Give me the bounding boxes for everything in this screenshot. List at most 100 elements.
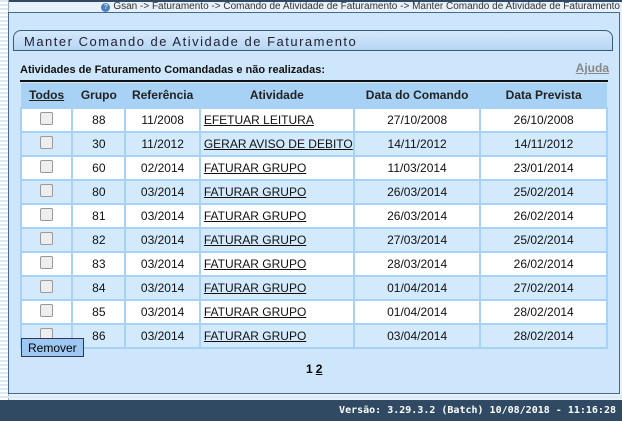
table-row: 84 03/2014 FATURAR GRUPO 01/04/2014 27/02/20…	[19, 275, 608, 301]
row-checkbox[interactable]	[40, 280, 54, 293]
table-cell: 26/10/2008	[479, 107, 608, 133]
table-cell: 83	[71, 251, 127, 277]
activity-cell: GERAR AVISO DE DEBITO	[198, 131, 355, 157]
table-cell: 60	[71, 155, 127, 181]
table-cell: 27/10/2008	[352, 107, 482, 133]
activity-cell: FATURAR GRUPO	[198, 179, 355, 205]
table-cell: 27/02/2014	[479, 275, 608, 301]
table-cell: 03/2014	[124, 323, 201, 349]
row-select-cell	[19, 155, 74, 181]
table-row: 85 03/2014 FATURAR GRUPO 01/04/2014 28/02/20…	[19, 299, 608, 325]
activity-cell: FATURAR GRUPO	[198, 299, 355, 325]
table-cell: 28/03/2014	[352, 251, 482, 277]
row-checkbox[interactable]	[40, 160, 54, 173]
help-icon: ?	[101, 3, 111, 12]
row-select-cell	[19, 107, 74, 133]
row-checkbox[interactable]	[40, 136, 54, 149]
row-select-cell	[19, 227, 74, 253]
table-cell: 03/2014	[124, 275, 201, 301]
activity-link[interactable]: FATURAR GRUPO	[204, 209, 306, 223]
section-subtitle: Atividades de Faturamento Comandadas e n…	[20, 64, 326, 76]
column-header: Referência	[125, 83, 200, 108]
activity-cell: FATURAR GRUPO	[198, 155, 355, 181]
table-cell: 26/03/2014	[352, 203, 482, 229]
row-checkbox[interactable]	[40, 112, 54, 125]
remove-button[interactable]: Remover	[21, 338, 84, 357]
table-cell: 01/04/2014	[352, 275, 482, 301]
activity-cell: FATURAR GRUPO	[198, 323, 355, 349]
activity-link[interactable]: FATURAR GRUPO	[204, 185, 306, 199]
row-checkbox[interactable]	[40, 208, 54, 221]
table-row: 81 03/2014 FATURAR GRUPO 26/03/2014 26/02/20…	[19, 203, 608, 229]
activity-link[interactable]: FATURAR GRUPO	[204, 281, 306, 295]
activity-link[interactable]: FATURAR GRUPO	[204, 329, 306, 343]
table-cell: 81	[71, 203, 127, 229]
select-all-link[interactable]: Todos	[21, 83, 73, 108]
activity-link[interactable]: EFETUAR LEITURA	[204, 113, 314, 127]
row-checkbox[interactable]	[40, 184, 54, 197]
activity-link[interactable]: FATURAR GRUPO	[204, 233, 306, 247]
table-cell: 03/2014	[124, 299, 201, 325]
main-panel: Manter Comando de Atividade de Faturamen…	[8, 12, 620, 394]
table-row: 83 03/2014 FATURAR GRUPO 28/03/2014 26/02/20…	[19, 251, 608, 277]
help-link[interactable]: Ajuda	[576, 61, 609, 75]
divider	[20, 80, 608, 82]
activity-link[interactable]: GERAR AVISO DE DEBITO	[204, 137, 353, 151]
table-cell: 26/03/2014	[352, 179, 482, 205]
row-select-cell	[19, 131, 74, 157]
table-cell: 02/2014	[124, 155, 201, 181]
table-cell: 28/02/2014	[479, 323, 608, 349]
activity-link[interactable]: FATURAR GRUPO	[204, 305, 306, 319]
row-checkbox[interactable]	[40, 304, 54, 317]
pagination: 12	[306, 362, 322, 376]
activity-link[interactable]: FATURAR GRUPO	[204, 257, 306, 271]
table-cell: 26/02/2014	[479, 203, 608, 229]
breadcrumb: ? Gsan -> Faturamento -> Comando de Ativi…	[101, 1, 620, 12]
table-cell: 11/2008	[124, 107, 201, 133]
page-2-link[interactable]: 2	[316, 362, 323, 376]
version-footer: Versão: 3.29.3.2 (Batch) 10/08/2018 - 11…	[0, 400, 622, 421]
table-cell: 85	[71, 299, 127, 325]
table-cell: 03/04/2014	[352, 323, 482, 349]
table-cell: 27/03/2014	[352, 227, 482, 253]
activity-cell: FATURAR GRUPO	[198, 203, 355, 229]
table-row: 86 03/2014 FATURAR GRUPO 03/04/2014 28/02/20…	[19, 323, 608, 349]
table-row: 30 11/2012 GERAR AVISO DE DEBITO 14/11/2012…	[19, 131, 608, 157]
breadcrumb-text: Gsan -> Faturamento -> Comando de Ativid…	[113, 1, 620, 12]
table-cell: 25/02/2014	[479, 227, 608, 253]
row-checkbox[interactable]	[40, 256, 54, 269]
activity-link[interactable]: FATURAR GRUPO	[204, 161, 306, 175]
column-header: Grupo	[72, 83, 126, 108]
activity-cell: EFETUAR LEITURA	[198, 107, 355, 133]
table-cell: 30	[71, 131, 127, 157]
row-select-cell	[19, 179, 74, 205]
table-cell: 03/2014	[124, 203, 201, 229]
table-cell: 11/03/2014	[352, 155, 482, 181]
table-row: 60 02/2014 FATURAR GRUPO 11/03/2014 23/01/20…	[19, 155, 608, 181]
table-cell: 84	[71, 275, 127, 301]
table-cell: 23/01/2014	[479, 155, 608, 181]
table-cell: 11/2012	[124, 131, 201, 157]
table-cell: 03/2014	[124, 179, 201, 205]
row-checkbox[interactable]	[40, 232, 54, 245]
table-cell: 25/02/2014	[479, 179, 608, 205]
activities-table: Todos Grupo Referência Atividade Data do Com…	[19, 83, 608, 349]
table-cell: 01/04/2014	[352, 299, 482, 325]
footer-divider	[0, 396, 622, 398]
table-cell: 03/2014	[124, 227, 201, 253]
activity-cell: FATURAR GRUPO	[198, 251, 355, 277]
row-select-cell	[19, 299, 74, 325]
table-row: 88 11/2008 EFETUAR LEITURA 27/10/2008 26/10/…	[19, 107, 608, 133]
activity-cell: FATURAR GRUPO	[198, 227, 355, 253]
row-select-cell	[19, 275, 74, 301]
column-header: Data Prevista	[480, 83, 607, 108]
column-header: Atividade	[199, 83, 354, 108]
row-select-cell	[19, 203, 74, 229]
page-1: 1	[306, 362, 313, 376]
table-row: 80 03/2014 FATURAR GRUPO 26/03/2014 25/02/20…	[19, 179, 608, 205]
table-cell: 80	[71, 179, 127, 205]
table-cell: 82	[71, 227, 127, 253]
table-cell: 28/02/2014	[479, 299, 608, 325]
table-cell: 14/11/2012	[479, 131, 608, 157]
table-cell: 88	[71, 107, 127, 133]
